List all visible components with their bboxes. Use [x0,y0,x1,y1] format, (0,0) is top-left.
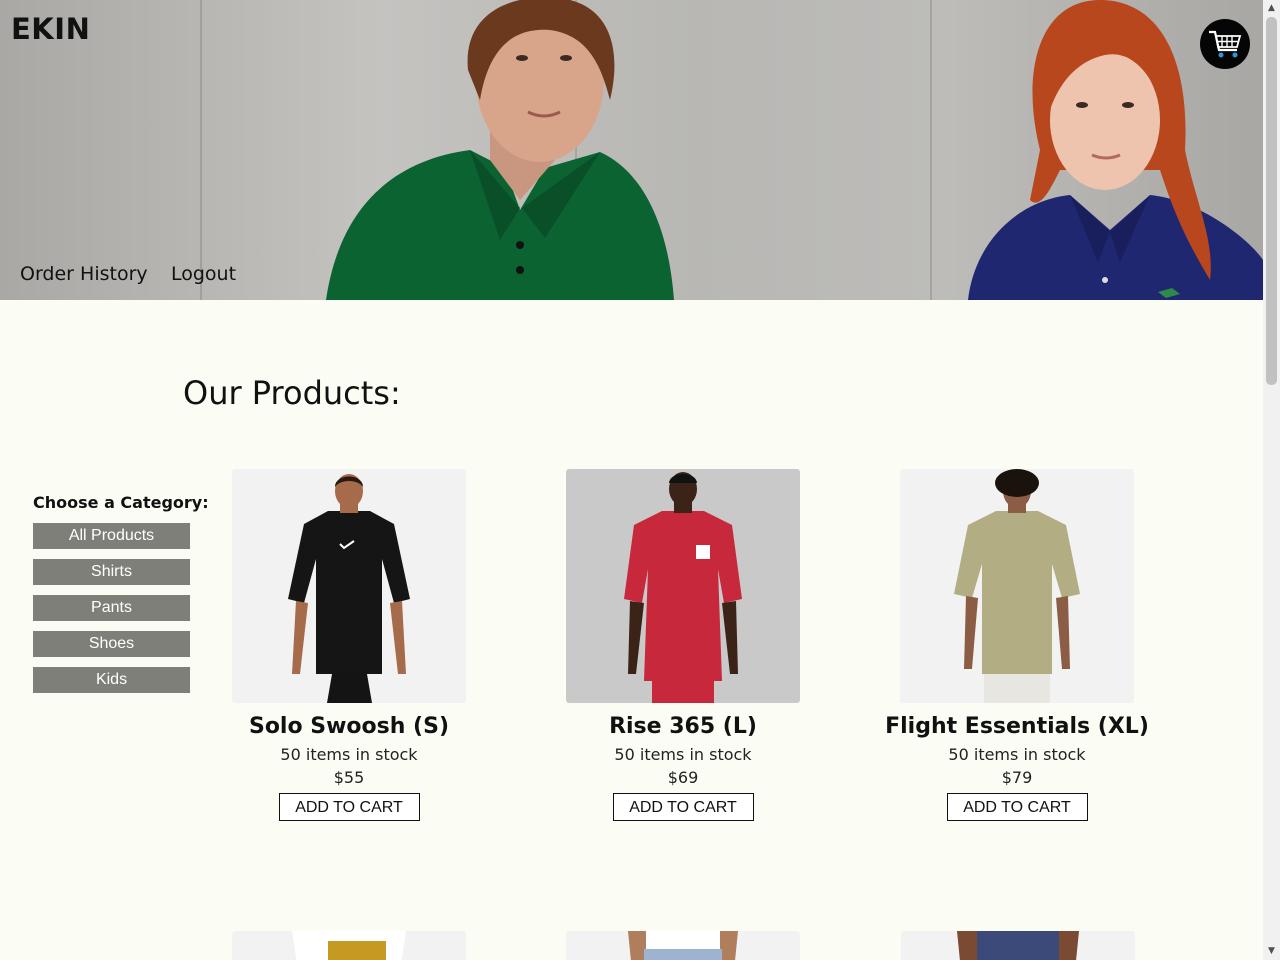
product-card: Flight Essentials (XL) 50 items in stock… [850,469,1184,821]
product-card: Solo Swoosh (S) 50 items in stock $55 AD… [182,469,516,821]
product-photo [624,472,742,703]
product-stock: 50 items in stock [948,745,1086,764]
product-name: Rise 365 (L) [609,714,757,739]
add-to-cart-button[interactable]: ADD TO CART [946,793,1088,821]
category-pants[interactable]: Pants [33,595,190,621]
category-shoes[interactable]: Shoes [33,631,190,657]
hero-photo [326,0,1263,300]
product-price: $79 [1001,768,1033,787]
add-to-cart-button[interactable]: ADD TO CART [278,793,420,821]
product-photo [292,931,406,960]
product-image[interactable] [900,469,1134,703]
product-image[interactable] [566,931,800,960]
app-root: EKIN Order History Logout Our Products: … [0,0,1280,960]
product-name: Flight Essentials (XL) [885,714,1149,739]
scroll-thumb[interactable] [1266,17,1277,385]
product-stock: 50 items in stock [280,745,418,764]
product-photo [957,931,1079,960]
product-price: $69 [667,768,699,787]
category-all-products[interactable]: All Products [33,523,190,549]
product-image[interactable] [566,469,800,703]
page-title: Our Products: [183,374,401,412]
shopping-cart-icon [1209,30,1242,58]
brand-logo[interactable]: EKIN [11,12,90,46]
male-model [326,0,674,300]
scroll-up-icon[interactable]: ▲ [1263,0,1280,17]
category-shirts[interactable]: Shirts [33,559,190,585]
product-card: Rise 365 (L) 50 items in stock $69 ADD T… [516,469,850,821]
product-stock: 50 items in stock [614,745,752,764]
product-photo [954,469,1080,703]
hero-banner: EKIN Order History Logout [0,0,1263,300]
category-kids[interactable]: Kids [33,667,190,693]
product-photo [628,931,738,960]
page-scrollbar[interactable]: ▲ ▼ [1263,0,1280,960]
nav-order-history[interactable]: Order History [20,263,148,285]
product-price: $55 [333,768,365,787]
nav-logout[interactable]: Logout [171,263,236,285]
product-image[interactable] [901,931,1135,960]
cart-button[interactable] [1200,19,1250,69]
product-image[interactable] [232,931,466,960]
product-name: Solo Swoosh (S) [248,714,450,739]
product-image[interactable] [232,469,466,703]
product-photo [288,474,410,703]
add-to-cart-button[interactable]: ADD TO CART [612,793,754,821]
scroll-down-icon[interactable]: ▼ [1263,943,1280,960]
